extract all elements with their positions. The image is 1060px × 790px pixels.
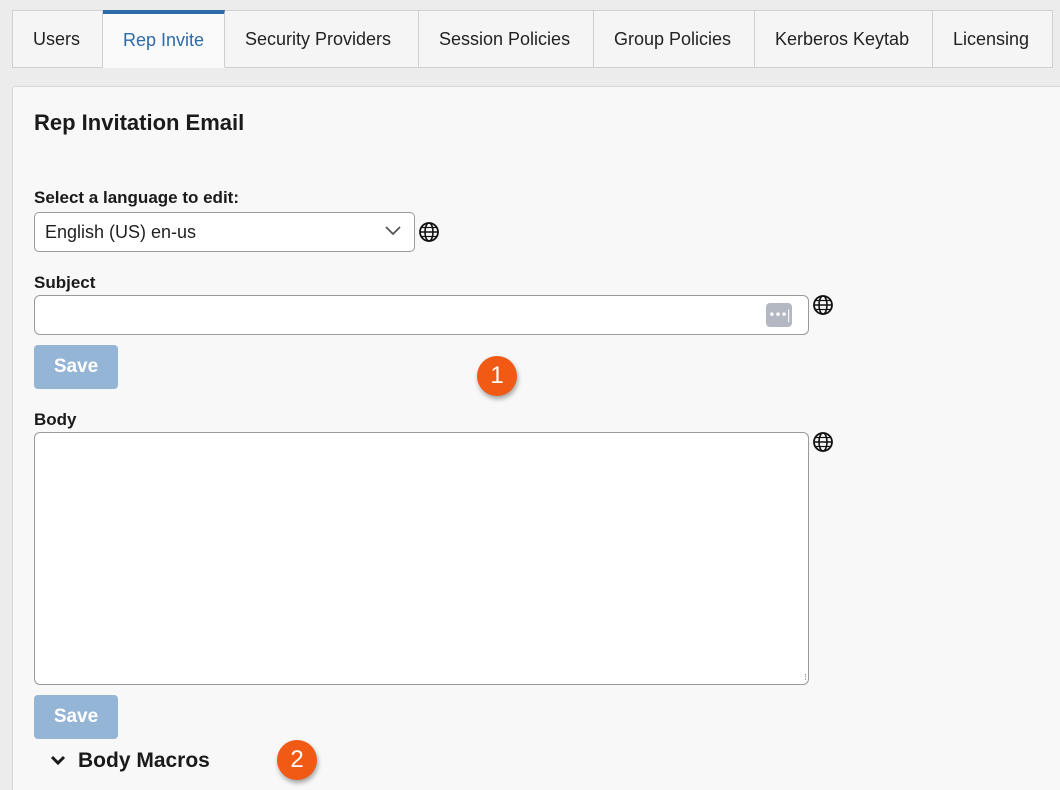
body-label: Body — [34, 410, 77, 429]
tab-bar: Users Rep Invite Security Providers Sess… — [12, 10, 1053, 68]
body-textarea[interactable]: ⁝ — [34, 432, 809, 685]
globe-icon[interactable] — [812, 431, 834, 453]
globe-icon[interactable] — [812, 294, 834, 316]
tab-group-policies[interactable]: Group Policies — [594, 10, 755, 68]
globe-icon[interactable] — [418, 221, 440, 243]
save-subject-button[interactable]: Save — [34, 345, 118, 389]
password-manager-icon[interactable]: •••| — [766, 303, 792, 327]
body-macros-label: Body Macros — [78, 749, 210, 772]
language-label: Select a language to edit: — [34, 188, 239, 207]
language-select[interactable]: English (US) en-us — [34, 212, 415, 252]
subject-label: Subject — [34, 273, 96, 292]
tab-licensing[interactable]: Licensing — [933, 10, 1053, 68]
tab-session-policies[interactable]: Session Policies — [419, 10, 594, 68]
chevron-down-icon — [50, 755, 66, 766]
subject-input[interactable]: •••| — [34, 295, 809, 335]
page-title: Rep Invitation Email — [34, 110, 245, 135]
tab-security-providers[interactable]: Security Providers — [225, 10, 419, 68]
body-macros-toggle[interactable]: Body Macros — [50, 746, 210, 776]
resize-handle-icon[interactable]: ⁝ — [804, 672, 807, 683]
callout-marker-2: 2 — [277, 740, 317, 780]
save-body-button[interactable]: Save — [34, 695, 118, 739]
tab-rep-invite[interactable]: Rep Invite — [103, 10, 225, 68]
chevron-down-icon — [385, 226, 401, 236]
tab-kerberos-keytab[interactable]: Kerberos Keytab — [755, 10, 933, 68]
tab-users[interactable]: Users — [13, 10, 103, 68]
callout-marker-1: 1 — [477, 356, 517, 396]
language-select-value: English (US) en-us — [45, 221, 197, 242]
